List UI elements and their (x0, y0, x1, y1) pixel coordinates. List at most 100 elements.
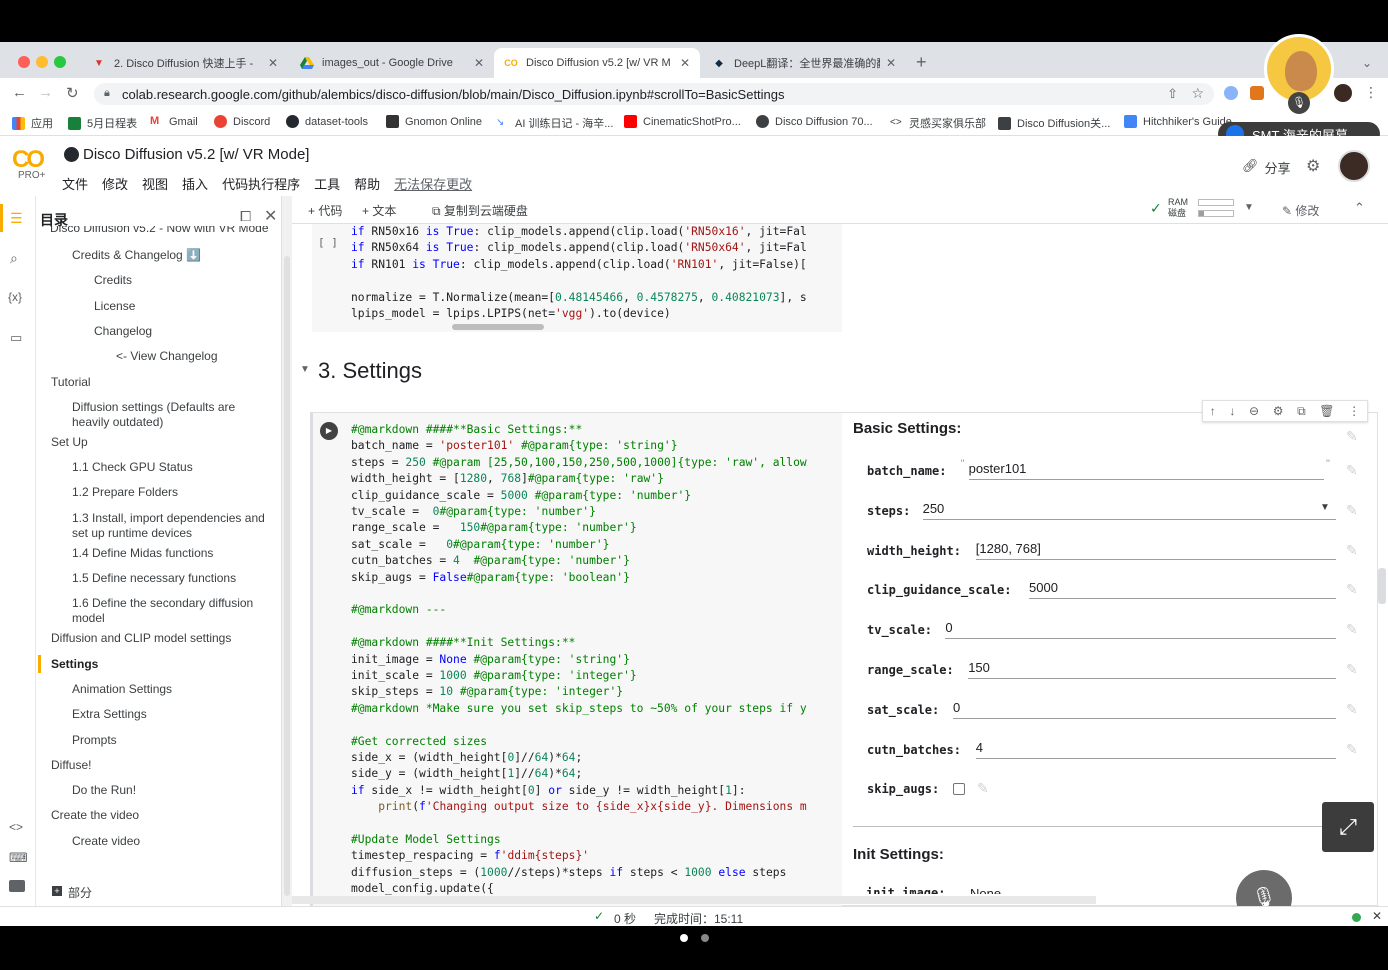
terminal-icon[interactable] (9, 880, 25, 892)
toc-item[interactable]: Create the video (51, 808, 139, 823)
close-icon[interactable]: ✕ (886, 56, 896, 70)
settings-gear-icon[interactable]: ⚙ (1306, 156, 1320, 176)
form-field-input[interactable]: 150 (968, 659, 1336, 679)
page-dot[interactable] (701, 934, 709, 942)
toc-item[interactable]: 1.6 Define the secondary diffusion model (72, 596, 253, 626)
browser-tab-4[interactable]: ◆ DeepL翻译：全世界最准确的翻 ✕ (702, 48, 906, 78)
toc-item[interactable]: Tutorial (51, 375, 91, 390)
toc-item[interactable]: <- View Changelog (116, 349, 218, 364)
form-field-input[interactable]: [1280, 768] (975, 540, 1336, 560)
user-avatar[interactable] (1338, 150, 1370, 182)
form-field-input[interactable]: 250 (922, 500, 1336, 520)
toc-item[interactable]: Create video (72, 834, 140, 849)
collapse-chevron-icon[interactable]: ⌃ (1354, 200, 1365, 216)
pencil-icon[interactable]: ✎ (1346, 462, 1362, 478)
share-page-icon[interactable]: ⇧ (1167, 86, 1178, 102)
pencil-icon[interactable]: ✎ (1346, 661, 1362, 677)
bookmark-2[interactable]: 5月日程表 (68, 115, 137, 131)
bookmark-apps[interactable]: 应用 (12, 115, 53, 131)
pencil-icon[interactable]: ✎ (1346, 741, 1362, 757)
toc-item[interactable]: Set Up (51, 435, 88, 450)
move-up-icon[interactable]: ↑ (1210, 404, 1216, 418)
toc-item[interactable]: Settings (38, 654, 98, 673)
share-button[interactable]: 🔗︎ 分享 (1242, 158, 1291, 177)
toc-item[interactable]: Do the Run! (72, 783, 136, 798)
pencil-icon[interactable]: ✎ (1346, 581, 1362, 597)
toc-item[interactable]: 1.3 Install, import dependencies and set … (72, 511, 265, 541)
bookmark-star-icon[interactable]: ☆ (1191, 85, 1204, 102)
bookmark-8[interactable]: CinematicShotPro... (624, 115, 741, 128)
search-icon[interactable]: ⌕ (10, 250, 18, 267)
bookmark-11[interactable]: Disco Diffusion关... (998, 115, 1110, 131)
code-snippets-icon[interactable]: <> (9, 820, 23, 834)
command-palette-icon[interactable]: ⌨ (9, 850, 28, 866)
settings-gear-icon[interactable]: ⚙ (1273, 404, 1284, 418)
close-panel-icon[interactable]: ✕ (264, 206, 277, 226)
bookmark-5[interactable]: dataset-tools (286, 115, 368, 128)
pencil-icon[interactable]: ✎ (977, 780, 993, 796)
browser-tab-2[interactable]: images_out - Google Drive ✕ (290, 48, 494, 78)
toc-item[interactable]: Credits (94, 273, 132, 288)
form-field-input[interactable]: poster101 (968, 460, 1324, 480)
dropdown-arrow-icon[interactable]: ▼ (1320, 502, 1330, 513)
form-field-input[interactable]: 4 (975, 739, 1336, 759)
skip-augs-checkbox[interactable] (953, 783, 965, 796)
browser-tab-3-active[interactable]: CO Disco Diffusion v5.2 [w/ VR M ✕ (494, 48, 700, 78)
form-field-input[interactable]: 0 (945, 619, 1336, 640)
copy-to-drive-button[interactable]: ⧉ 复制到云端硬盘 (432, 202, 528, 219)
menu-help[interactable]: 帮助 (354, 174, 380, 193)
profile-avatar[interactable] (1334, 84, 1352, 102)
minimize-window-button[interactable] (36, 56, 48, 68)
menu-insert[interactable]: 插入 (182, 174, 208, 193)
notebook-title[interactable]: Disco Diffusion v5.2 [w/ VR Mode] (64, 146, 309, 163)
init-image-value[interactable]: None (970, 886, 1001, 894)
pencil-icon[interactable]: ✎ (1346, 621, 1362, 637)
menu-file[interactable]: 文件 (62, 174, 88, 193)
close-icon[interactable]: ✕ (474, 56, 484, 70)
expand-screen-button[interactable]: ⤢ (1322, 802, 1374, 852)
pencil-icon[interactable]: ✎ (1346, 502, 1362, 518)
bookmark-10[interactable]: <> 灵感买家俱乐部 (890, 115, 986, 131)
toc-item[interactable]: Changelog (94, 324, 152, 339)
menu-tools[interactable]: 工具 (314, 174, 340, 193)
menu-edit[interactable]: 修改 (102, 174, 128, 193)
toc-item[interactable]: Credits & Changelog ⬇️ (72, 248, 201, 263)
toc-item[interactable]: Diffuse! (51, 758, 91, 773)
bookmark-6[interactable]: Gnomon Online (386, 115, 482, 128)
menu-runtime[interactable]: 代码执行程序 (222, 174, 300, 193)
pencil-icon[interactable]: ✎ (1346, 701, 1362, 717)
close-icon[interactable]: ✕ (680, 56, 690, 70)
close-status-icon[interactable]: ✕ (1372, 909, 1382, 923)
toc-item[interactable]: 1.4 Define Midas functions (72, 546, 213, 561)
close-icon[interactable]: ✕ (268, 56, 278, 70)
maximize-window-button[interactable] (54, 56, 66, 68)
address-bar[interactable]: 🔒︎ colab.research.google.com/github/alem… (94, 83, 1214, 105)
cell-run-bracket[interactable]: [ ] (318, 236, 338, 249)
bookmark-4[interactable]: Discord (214, 115, 270, 128)
toc-item[interactable]: 1.5 Define necessary functions (72, 571, 236, 586)
bookmark-12[interactable]: Hitchhiker's Guide (1124, 115, 1232, 128)
more-options-icon[interactable]: ⋮ (1348, 404, 1360, 418)
toc-item[interactable]: Diffusion and CLIP model settings (51, 631, 231, 646)
link-icon[interactable]: ⊖ (1249, 404, 1259, 418)
microphone-icon[interactable]: 🎙︎ (1288, 92, 1310, 114)
folder-icon[interactable]: ▭ (10, 330, 22, 346)
toc-item[interactable]: Extra Settings (72, 707, 147, 722)
run-cell-button[interactable]: ▶ (320, 422, 338, 440)
extension-icon[interactable] (1224, 86, 1238, 100)
forward-arrow-icon[interactable]: → (38, 84, 53, 101)
mirror-cell-icon[interactable]: ⧉ (1297, 404, 1306, 419)
add-code-button[interactable]: + 代码 (308, 202, 342, 219)
horizontal-scrollbar[interactable] (452, 324, 544, 330)
bookmark-7[interactable]: ↘ AI 训练日记 - 海辛... (496, 115, 613, 131)
close-window-button[interactable] (18, 56, 30, 68)
page-dot-active[interactable] (680, 934, 688, 942)
collapse-section-icon[interactable]: ▼ (300, 364, 310, 375)
back-arrow-icon[interactable]: ← (12, 84, 27, 101)
tab-search-icon[interactable]: ⌄ (1362, 56, 1372, 70)
open-in-tab-icon[interactable]: ⧠ (240, 208, 251, 225)
toc-item[interactable]: Prompts (72, 733, 117, 748)
move-down-icon[interactable]: ↓ (1229, 404, 1235, 418)
chrome-menu-icon[interactable]: ⋮ (1364, 84, 1378, 101)
reload-icon[interactable]: ↻ (66, 84, 79, 102)
